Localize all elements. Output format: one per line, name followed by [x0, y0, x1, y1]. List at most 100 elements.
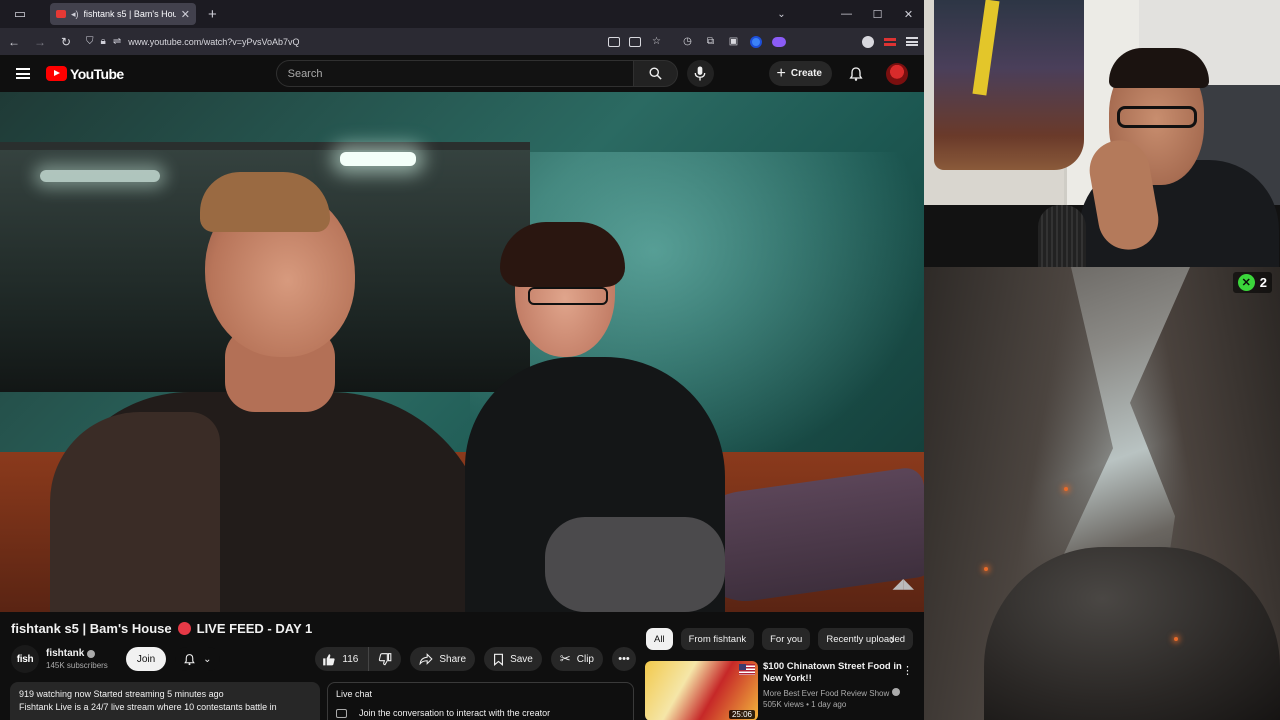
lock-icon[interactable]: 🔒︎ [101, 36, 106, 47]
live-dot-icon [177, 622, 191, 635]
video-player[interactable]: ◢◣ [0, 92, 924, 612]
chip-from-fishtank[interactable]: From fishtank [680, 628, 755, 650]
close-tab-icon[interactable]: ✕ [181, 8, 190, 21]
history-icon[interactable]: ◷ [681, 36, 694, 47]
video-title: fishtank s5 | Bam's House LIVE FEED - DA… [11, 621, 312, 636]
live-chat-header: Live chat [336, 689, 373, 699]
channel-avatar[interactable]: fish [11, 645, 39, 673]
chip-for-you[interactable]: For you [762, 628, 811, 650]
thumbs-down-icon [379, 652, 392, 665]
scissors-icon: ✂ [559, 651, 571, 666]
verified-badge-icon [87, 649, 96, 658]
description-text: Fishtank Live is a 24/7 live stream wher… [19, 702, 277, 712]
audio-playing-icon[interactable]: ◂) [71, 9, 79, 20]
back-icon[interactable]: ← [6, 35, 22, 49]
clip-button[interactable]: ✂ Clip [550, 647, 603, 671]
chevron-down-icon: ⌄ [203, 653, 212, 665]
subscription-bell-button[interactable]: ⌄ [175, 647, 220, 671]
description-meta: 919 watching now Started streaming 5 min… [19, 689, 224, 699]
navigation-bar: ← → ↻ ⛉ 🔒︎ ⇌ www.youtube.com/watch?v=yPv… [0, 28, 924, 55]
new-tab-icon[interactable]: + [208, 6, 217, 23]
picture-in-picture-icon[interactable] [608, 36, 620, 47]
extensions-toolbar: ◷ ⧉ ▣ [681, 35, 918, 48]
url-text[interactable]: www.youtube.com/watch?v=yPvsVoAb7vQ [128, 37, 299, 47]
description-box[interactable]: 919 watching now Started streaming 5 min… [10, 682, 320, 720]
voice-search-button[interactable] [686, 60, 714, 87]
video-actions: 116 Share Save ✂ Clip ••• [315, 647, 636, 671]
shield-icon[interactable]: ⛉ [86, 36, 94, 47]
channel-name[interactable]: fishtank [46, 648, 108, 659]
guide-menu-icon[interactable] [16, 68, 30, 79]
recommended-video[interactable]: 25:06 $100 Chinatown Street Food in New … [645, 661, 917, 720]
fishtank-watermark-icon: ◢◣ [892, 575, 914, 591]
chips-next-chevron-icon[interactable]: › [890, 631, 895, 647]
bookmark-star-icon[interactable]: ☆ [650, 36, 663, 47]
address-bar[interactable]: ⛉ 🔒︎ ⇌ www.youtube.com/watch?v=yPvsVoAb7… [84, 32, 663, 52]
save-label: Save [510, 653, 533, 665]
chip-all[interactable]: All [646, 628, 673, 650]
permissions-icon[interactable]: ⇌ [113, 36, 121, 47]
streamer-webcam [924, 0, 1280, 267]
menu-icon[interactable] [906, 37, 918, 46]
game-counter-value: 2 [1259, 275, 1267, 290]
extensions-icon[interactable]: ⧉ [704, 36, 717, 47]
video-title-text: fishtank s5 | Bam's House [11, 621, 172, 636]
recommendation-filter-chips: All From fishtank For you Recently uploa… [646, 628, 916, 650]
search-button[interactable] [633, 60, 678, 87]
blue-extension-icon[interactable] [750, 35, 762, 48]
channel-row: fish fishtank 145K subscribers Join ⌄ 11… [11, 645, 636, 673]
notifications-bell-icon[interactable] [848, 66, 864, 82]
maximize-icon[interactable]: ☐ [862, 8, 893, 21]
create-label: Create [790, 68, 822, 79]
recommended-channel-text[interactable]: More Best Ever Food Review Show [763, 689, 889, 698]
tab-list-icon[interactable]: ▭ [6, 3, 34, 25]
channel-info: fishtank 145K subscribers [46, 648, 108, 670]
share-button[interactable]: Share [410, 647, 476, 671]
search-input[interactable]: Search [275, 60, 634, 87]
red-extension-icon[interactable] [884, 37, 896, 46]
tab-bar: ▭ ◂) fishtank s5 | Bam's House ✕ + ⌄ — ☐… [0, 0, 924, 28]
header-actions: + Create [768, 61, 908, 86]
live-chat-join-row[interactable]: Join the conversation to interact with t… [336, 708, 625, 718]
youtube-logo-text: YouTube [70, 65, 124, 82]
recommended-video-thumbnail[interactable]: 25:06 [645, 661, 758, 720]
share-arrow-icon [419, 653, 433, 665]
like-button[interactable]: 116 [315, 647, 370, 671]
minimize-icon[interactable]: — [831, 8, 862, 20]
recommended-video-channel[interactable]: More Best Ever Food Review Show [763, 688, 903, 698]
video-duration-badge: 25:06 [728, 710, 755, 719]
more-actions-icon[interactable]: ••• [612, 647, 636, 671]
join-button[interactable]: Join [125, 647, 167, 671]
video-title-suffix: LIVE FEED - DAY 1 [196, 621, 313, 636]
save-bookmark-icon [494, 653, 504, 666]
reader-view-icon[interactable] [629, 36, 641, 47]
purple-extension-icon[interactable] [772, 36, 786, 47]
create-button[interactable]: + Create [768, 61, 832, 86]
browser-tab-active[interactable]: ◂) fishtank s5 | Bam's House ✕ [50, 3, 196, 25]
account-icon[interactable] [862, 35, 874, 48]
chip-recently-uploaded[interactable]: Recently uploaded [818, 628, 914, 650]
forward-icon[interactable]: → [32, 35, 48, 49]
account-avatar[interactable] [886, 62, 908, 85]
youtube-logo[interactable]: YouTube [46, 66, 124, 82]
clip-label: Clip [576, 653, 594, 665]
us-flag-icon [739, 664, 755, 675]
recommended-video-views: 505K views • 1 day ago [763, 700, 847, 709]
dislike-button[interactable] [369, 647, 401, 671]
verified-badge-icon [891, 688, 900, 696]
recommended-more-icon[interactable]: ⋮ [902, 664, 913, 677]
channel-name-text[interactable]: fishtank [46, 648, 84, 659]
save-button[interactable]: Save [484, 647, 542, 671]
search-bar: Search [275, 60, 714, 87]
youtube-favicon-icon [56, 10, 66, 18]
recommended-video-title[interactable]: $100 Chinatown Street Food in New York!! [763, 661, 903, 685]
reload-icon[interactable]: ↻ [58, 35, 74, 49]
ublock-off-icon[interactable]: ▣ [727, 36, 740, 47]
close-window-icon[interactable]: ✕ [893, 8, 924, 21]
share-label: Share [439, 653, 467, 665]
list-all-tabs-icon[interactable]: ⌄ [766, 9, 797, 20]
subscriber-count: 145K subscribers [46, 661, 108, 670]
plus-icon: + [776, 64, 786, 82]
microphone-icon [694, 66, 706, 81]
chat-icon [336, 708, 347, 718]
